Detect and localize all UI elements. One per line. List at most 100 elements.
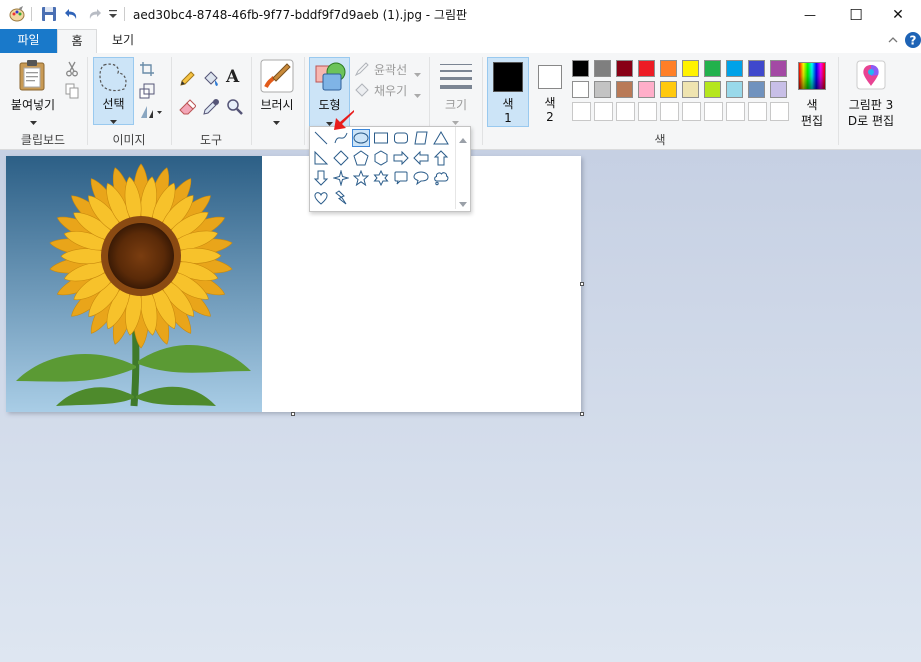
redo-icon[interactable] — [86, 6, 102, 22]
magnifier-icon[interactable] — [226, 98, 244, 116]
tab-file[interactable]: 파일 — [0, 29, 57, 53]
cloud-callout-shape-icon[interactable] — [432, 169, 450, 187]
color-swatch[interactable] — [660, 60, 677, 77]
color-swatch[interactable] — [748, 81, 765, 98]
crop-icon[interactable] — [139, 61, 155, 77]
close-icon: ✕ — [892, 6, 904, 23]
help-icon[interactable]: ? — [905, 32, 921, 48]
custom-color-slot[interactable] — [704, 102, 723, 121]
custom-color-slot[interactable] — [572, 102, 591, 121]
color-swatch[interactable] — [660, 81, 677, 98]
pentagon-shape-icon[interactable] — [352, 149, 370, 167]
scroll-down-icon[interactable] — [459, 197, 467, 211]
color-swatch[interactable] — [682, 60, 699, 77]
edit-colors-label: 색 — [806, 98, 818, 112]
custom-color-slot[interactable] — [748, 102, 767, 121]
color-swatch[interactable] — [748, 60, 765, 77]
up-arrow-shape-icon[interactable] — [432, 149, 450, 167]
diamond-shape-icon[interactable] — [332, 149, 350, 167]
copy-icon[interactable] — [64, 83, 80, 99]
close-button[interactable]: ✕ — [875, 0, 921, 29]
tools-group-label: 도구 — [199, 133, 223, 147]
edit-with-paint3d-button[interactable]: 그림판 3 D로 편집 — [843, 57, 899, 129]
line-shape-icon[interactable] — [312, 129, 330, 147]
tab-view[interactable]: 보기 — [100, 29, 146, 53]
right-triangle-shape-icon[interactable] — [312, 149, 330, 167]
brushes-label: 브러시 — [260, 98, 294, 112]
down-arrow-shape-icon[interactable] — [312, 169, 330, 187]
triangle-shape-icon[interactable] — [432, 129, 450, 147]
rounded-rectangle-shape-icon[interactable] — [392, 129, 410, 147]
color-swatch[interactable] — [770, 60, 787, 77]
save-icon[interactable] — [41, 6, 57, 22]
color1-button[interactable]: 색 1 — [487, 57, 529, 127]
four-point-star-shape-icon[interactable] — [332, 169, 350, 187]
color2-button[interactable]: 색 2 — [531, 57, 569, 127]
custom-color-slot[interactable] — [616, 102, 635, 121]
eraser-icon[interactable] — [178, 98, 197, 116]
hexagon-shape-icon[interactable] — [372, 149, 390, 167]
heart-shape-icon[interactable] — [312, 189, 330, 207]
color-swatch[interactable] — [638, 60, 655, 77]
custom-color-slot[interactable] — [638, 102, 657, 121]
right-arrow-shape-icon[interactable] — [392, 149, 410, 167]
color-swatch[interactable] — [704, 60, 721, 77]
custom-color-slot[interactable] — [682, 102, 701, 121]
oval-callout-shape-icon[interactable] — [412, 169, 430, 187]
collapse-ribbon-icon[interactable] — [887, 34, 899, 46]
maximize-icon: ☐ — [849, 5, 863, 24]
text-tool-icon[interactable]: A — [226, 67, 244, 87]
gallery-scrollbar[interactable] — [455, 127, 470, 209]
rotate-icon[interactable] — [139, 104, 163, 120]
brushes-dropdown-icon — [273, 115, 280, 129]
color-picker-icon[interactable] — [202, 98, 220, 116]
custom-color-slot[interactable] — [594, 102, 613, 121]
six-point-star-shape-icon[interactable] — [372, 169, 390, 187]
custom-color-slot[interactable] — [770, 102, 789, 121]
fill-label: 채우기 — [374, 84, 408, 98]
polygon-shape-icon[interactable] — [412, 129, 430, 147]
color1-swatch — [493, 62, 523, 92]
edit-colors-button[interactable]: 색 편집 — [793, 57, 831, 128]
color-swatch[interactable] — [616, 60, 633, 77]
customize-qat-icon[interactable] — [108, 8, 118, 20]
maximize-button[interactable]: ☐ — [833, 0, 879, 29]
minimize-button[interactable]: — — [787, 0, 833, 29]
outline-button[interactable]: 윤곽선 — [354, 61, 424, 77]
color-swatch[interactable] — [572, 60, 589, 77]
color-swatch[interactable] — [682, 81, 699, 98]
brushes-button[interactable]: 브러시 — [255, 57, 299, 125]
undo-icon[interactable] — [64, 6, 80, 22]
custom-color-slot[interactable] — [726, 102, 745, 121]
resize-handle-right[interactable] — [580, 282, 584, 286]
color-swatch[interactable] — [726, 60, 743, 77]
color-swatch[interactable] — [638, 81, 655, 98]
color-swatch[interactable] — [594, 60, 611, 77]
left-arrow-shape-icon[interactable] — [412, 149, 430, 167]
paste-button[interactable]: 붙여넣기 — [4, 56, 58, 128]
custom-color-slot[interactable] — [660, 102, 679, 121]
color-swatch[interactable] — [594, 81, 611, 98]
select-button[interactable]: 선택 — [93, 57, 134, 125]
fill-button[interactable]: 채우기 — [354, 82, 424, 98]
color-swatch[interactable] — [616, 81, 633, 98]
rectangle-shape-icon[interactable] — [372, 129, 390, 147]
rounded-callout-shape-icon[interactable] — [392, 169, 410, 187]
resize-handle-bottom[interactable] — [291, 412, 295, 416]
resize-icon[interactable] — [139, 83, 155, 99]
size-button[interactable]: 크기 — [434, 57, 478, 125]
color-swatch[interactable] — [770, 81, 787, 98]
resize-handle-corner[interactable] — [580, 412, 584, 416]
color-swatch[interactable] — [572, 81, 589, 98]
five-point-star-shape-icon[interactable] — [352, 169, 370, 187]
fill-bucket-icon[interactable] — [202, 70, 220, 88]
tab-home[interactable]: 홈 — [57, 29, 97, 54]
scroll-up-icon[interactable] — [459, 132, 467, 146]
cut-icon[interactable] — [64, 61, 80, 77]
color-swatch[interactable] — [704, 81, 721, 98]
color-swatch[interactable] — [726, 81, 743, 98]
lightning-shape-icon[interactable] — [332, 189, 350, 207]
paint3d-label-2: D로 편집 — [847, 114, 895, 128]
drawing-canvas[interactable] — [6, 156, 581, 412]
pencil-icon[interactable] — [178, 70, 196, 88]
